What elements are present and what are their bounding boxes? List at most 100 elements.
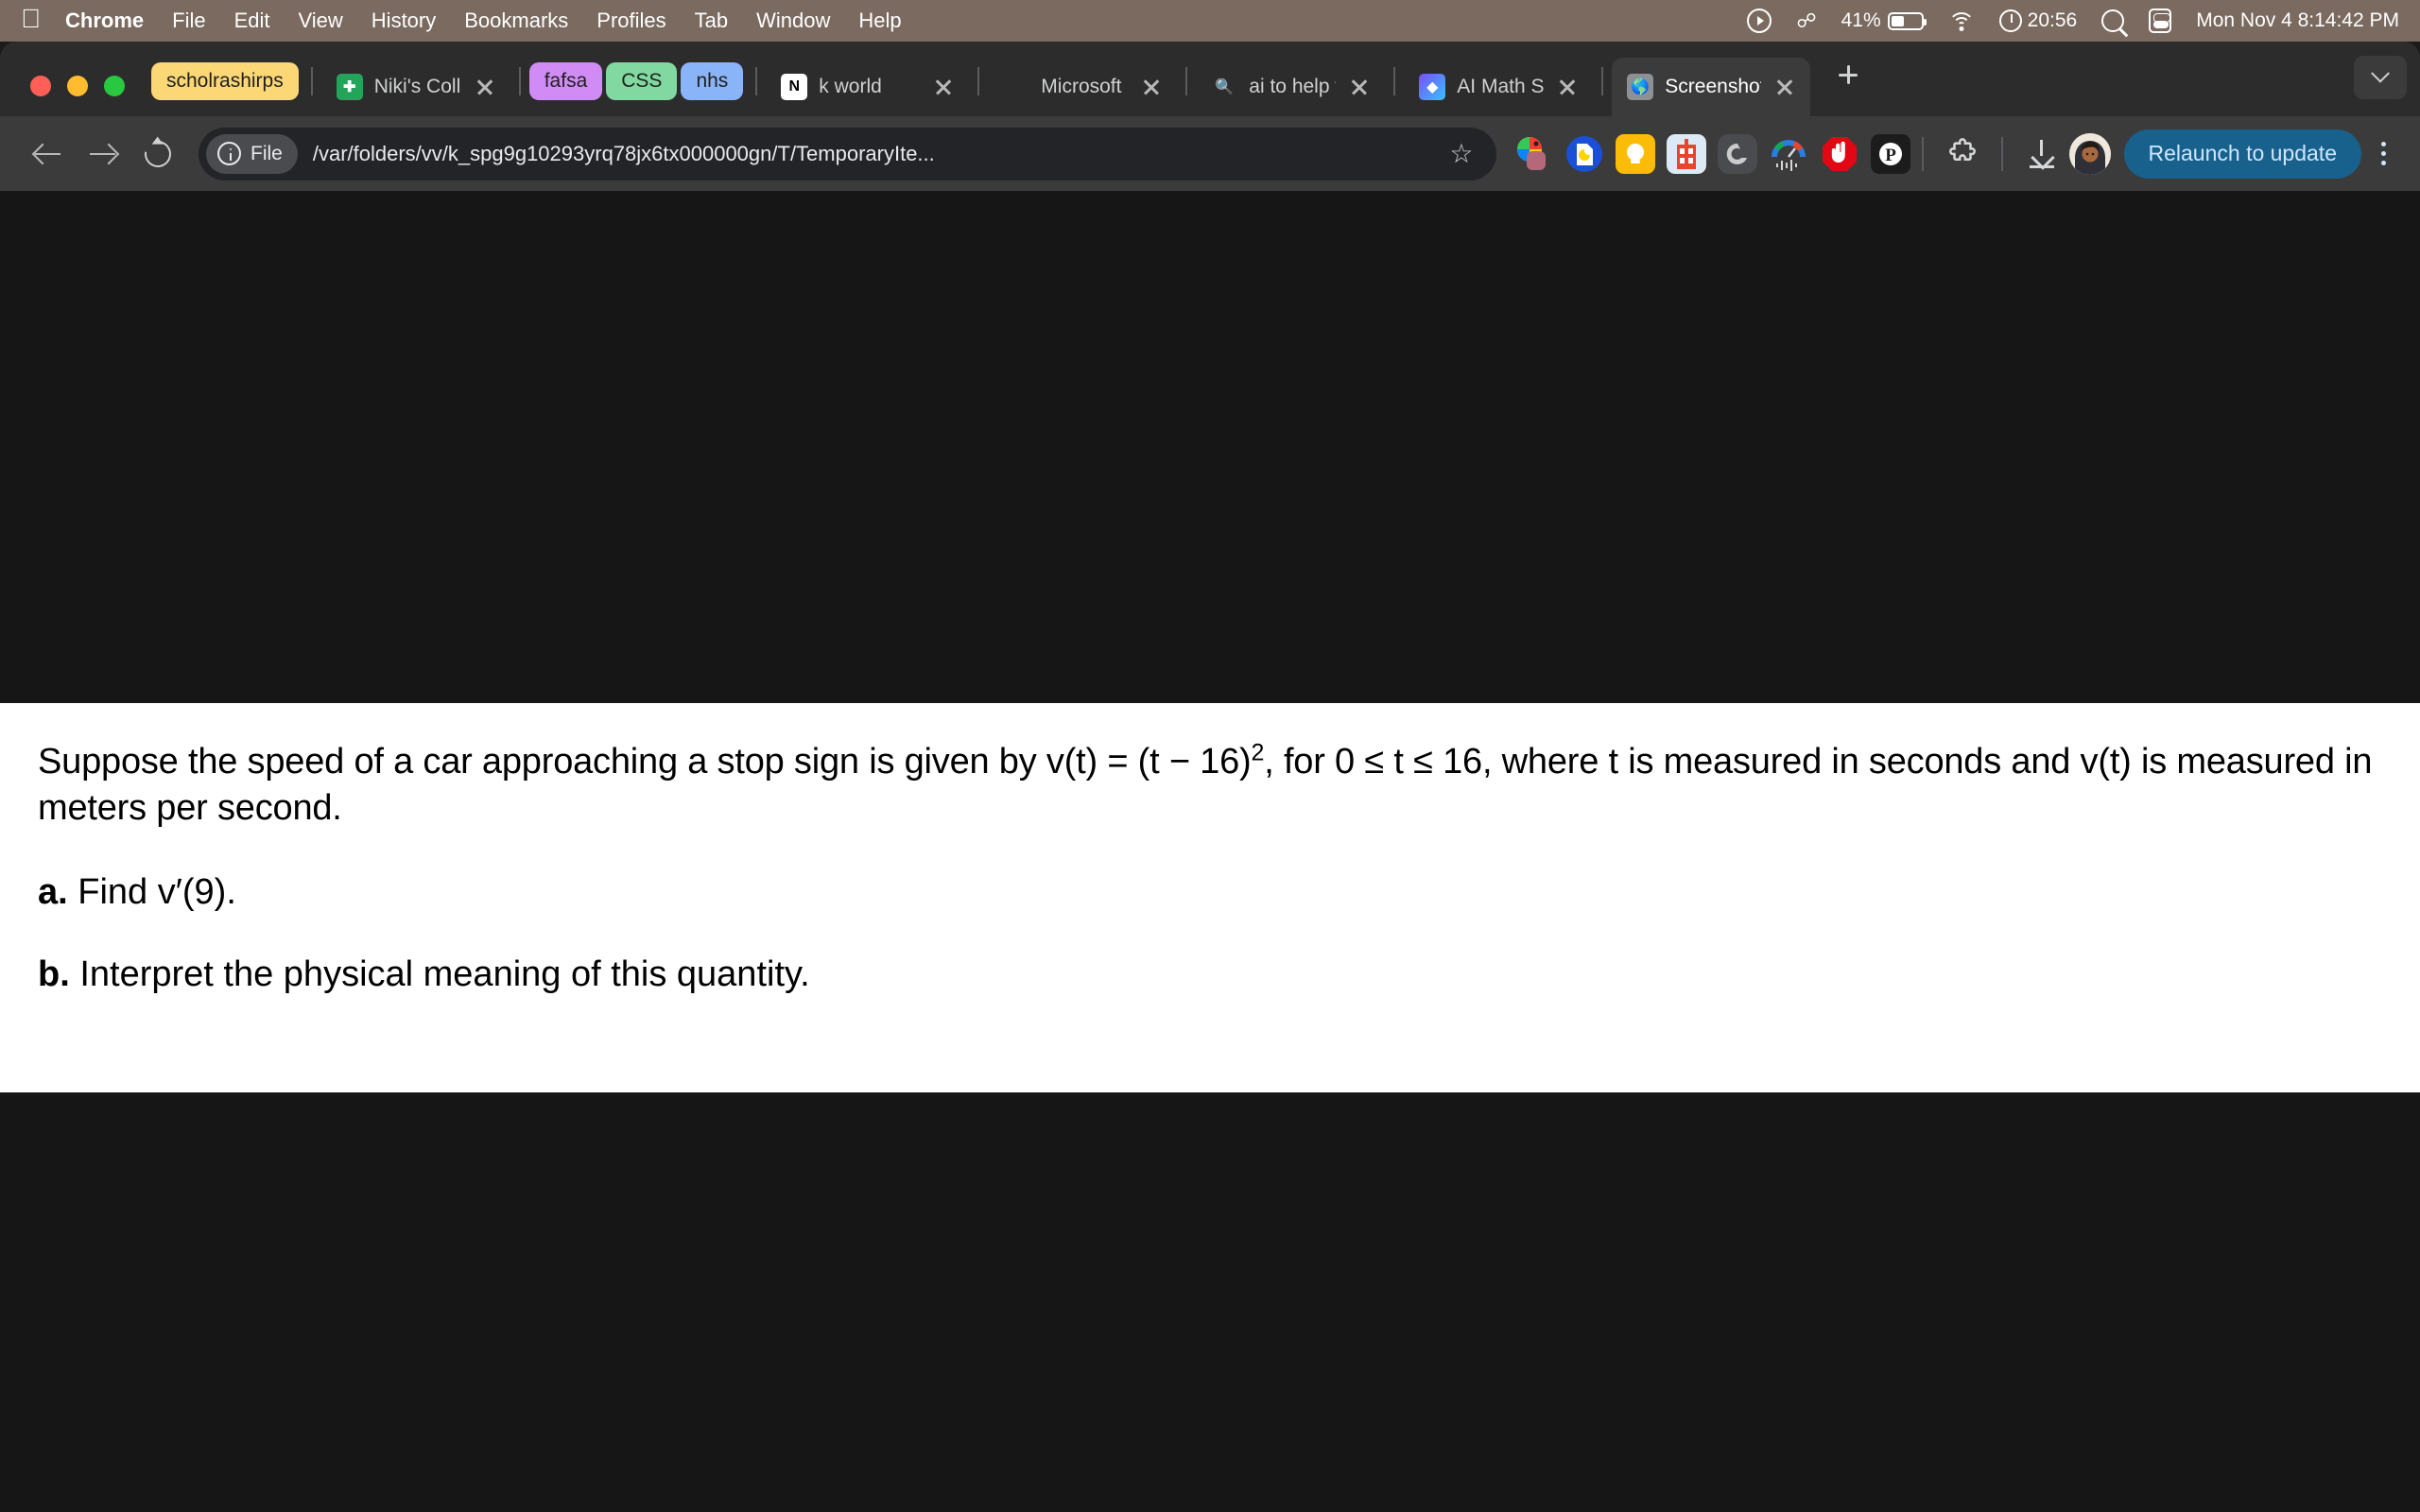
reload-icon [139, 135, 177, 172]
tabs-container: scholrashirps ✚ Niki's College fafsa CSS… [151, 42, 2407, 116]
download-icon [2026, 138, 2058, 170]
menu-item-view[interactable]: View [299, 9, 343, 33]
tab-nikis-college[interactable]: ✚ Niki's College [321, 58, 510, 116]
building-extension-icon[interactable] [1666, 133, 1706, 174]
site-scheme-chip[interactable]: File [206, 133, 298, 174]
tab-group-label: fafsa [544, 70, 588, 92]
pinterest-extension-icon[interactable]: P [1870, 133, 1910, 174]
close-icon[interactable] [1347, 75, 1372, 99]
microsoft-icon [1003, 74, 1029, 100]
menu-item-help[interactable]: Help [858, 9, 901, 33]
tab-ai-to-help[interactable]: 🔍 ai to help wi [1196, 58, 1385, 116]
forward-button[interactable] [76, 127, 130, 181]
document-reader-extension-icon[interactable] [1564, 134, 1604, 174]
close-icon[interactable] [931, 75, 956, 99]
arrow-right-icon [90, 143, 116, 165]
avatar-image [2068, 132, 2111, 175]
close-window-button[interactable] [30, 76, 51, 96]
screen-time-label: 20:56 [2027, 9, 2078, 31]
question-b-marker: b. [38, 954, 70, 995]
close-icon[interactable] [1555, 75, 1580, 99]
tab-k-world[interactable]: N k world [766, 58, 969, 116]
url-text[interactable]: /var/folders/vv/k_spg9g10293yrq78jx6tx00… [313, 142, 1443, 166]
battery-status[interactable]: 41% [1841, 9, 1927, 32]
battery-icon [1887, 11, 1927, 30]
tab-ai-math-solver[interactable]: ◆ AI Math Solv [1404, 58, 1593, 116]
tab-group-label: nhs [696, 70, 729, 92]
notion-icon: N [781, 74, 808, 100]
control-center-icon[interactable] [2149, 9, 2172, 33]
close-icon[interactable] [473, 75, 497, 99]
screen-time-status[interactable]: 20:56 [1998, 9, 2078, 32]
tab-separator [1185, 67, 1188, 95]
globe-icon: 🌎 [1627, 74, 1654, 100]
toolbar-separator [1921, 136, 1924, 171]
tab-separator [1393, 67, 1396, 95]
question-a: a. Find v′(9). [38, 872, 2382, 913]
menu-item-tab[interactable]: Tab [695, 9, 728, 33]
minimize-window-button[interactable] [67, 76, 88, 96]
back-button[interactable] [21, 127, 76, 181]
spotlight-search-icon[interactable] [2101, 9, 2125, 32]
avatar[interactable] [2068, 132, 2111, 175]
address-bar[interactable]: File /var/folders/vv/k_spg9g10293yrq78jx… [199, 127, 1496, 180]
menu-item-chrome[interactable]: Chrome [65, 9, 144, 33]
google-sheets-icon: ✚ [336, 74, 363, 100]
stopwatch-icon [1998, 9, 2022, 32]
arrow-left-icon [35, 143, 61, 165]
extensions-menu-button[interactable] [1935, 127, 1990, 181]
tab-separator [977, 67, 980, 95]
close-icon[interactable] [1139, 75, 1164, 99]
chrome-window: scholrashirps ✚ Niki's College fafsa CSS… [0, 42, 2420, 1512]
tab-search-button[interactable] [2354, 56, 2407, 99]
menu-item-profiles[interactable]: Profiles [596, 9, 666, 33]
reload-button[interactable] [130, 127, 185, 181]
tab-group-css[interactable]: CSS [606, 62, 678, 100]
bluetooth-icon[interactable]: ☍ [1796, 9, 1816, 33]
menu-item-window[interactable]: Window [756, 9, 830, 33]
puzzle-piece-icon [1948, 137, 1976, 161]
tab-title: Screenshot [1665, 76, 1762, 97]
extension-icons: P [1513, 133, 1910, 174]
question-a-marker: a. [38, 872, 68, 913]
problem-statement-part1: Suppose the speed of a car approaching a… [38, 742, 1252, 782]
problem-statement: Suppose the speed of a car approaching a… [38, 739, 2382, 831]
color-picker-extension-icon[interactable] [1513, 134, 1553, 174]
wifi-icon[interactable] [1947, 11, 1975, 31]
apple-logo-icon[interactable]:  [21, 6, 41, 32]
maximize-window-button[interactable] [104, 76, 125, 96]
menu-item-edit[interactable]: Edit [234, 9, 270, 33]
scheme-label: File [251, 142, 283, 164]
tab-title: ai to help wi [1249, 76, 1336, 97]
tab-group-nhs[interactable]: nhs [681, 62, 744, 100]
svg-text:P: P [1885, 146, 1896, 165]
relaunch-label: Relaunch to update [2148, 141, 2338, 165]
chrome-menu-button[interactable] [2367, 133, 2399, 175]
tab-microsoft-account[interactable]: Microsoft ac [988, 58, 1177, 116]
clock-datetime-label[interactable]: Mon Nov 4 8:14:42 PM [2196, 9, 2399, 32]
lightbulb-notes-extension-icon[interactable] [1615, 133, 1655, 174]
tab-separator [755, 67, 758, 95]
tab-screenshot[interactable]: 🌎 Screenshot [1612, 58, 1811, 116]
grammarly-extension-icon[interactable] [1717, 133, 1757, 174]
toolbar-separator [2000, 136, 2003, 171]
tab-group-scholrashirps[interactable]: scholrashirps [151, 62, 299, 100]
window-traffic-lights [30, 76, 125, 116]
relaunch-to-update-button[interactable]: Relaunch to update [2123, 129, 2361, 179]
bookmark-star-icon[interactable]: ☆ [1449, 138, 1473, 169]
downloads-button[interactable] [2014, 127, 2069, 181]
question-a-text: Find v′(9). [78, 872, 236, 913]
audio-meter-extension-icon[interactable] [1769, 134, 1808, 174]
tab-group-fafsa[interactable]: fafsa [528, 62, 603, 100]
menu-item-bookmarks[interactable]: Bookmarks [464, 9, 568, 33]
battery-percent-label: 41% [1841, 9, 1881, 31]
info-icon [217, 142, 241, 165]
close-icon[interactable] [1772, 75, 1797, 99]
adblock-extension-icon[interactable] [1820, 134, 1859, 174]
now-playing-icon[interactable] [1747, 9, 1772, 33]
menu-item-file[interactable]: File [172, 9, 205, 33]
new-tab-button[interactable] [1827, 54, 1869, 95]
question-b-text: Interpret the physical meaning of this q… [79, 954, 810, 995]
page-viewport: Suppose the speed of a car approaching a… [0, 191, 2420, 1512]
menu-item-history[interactable]: History [372, 9, 436, 33]
